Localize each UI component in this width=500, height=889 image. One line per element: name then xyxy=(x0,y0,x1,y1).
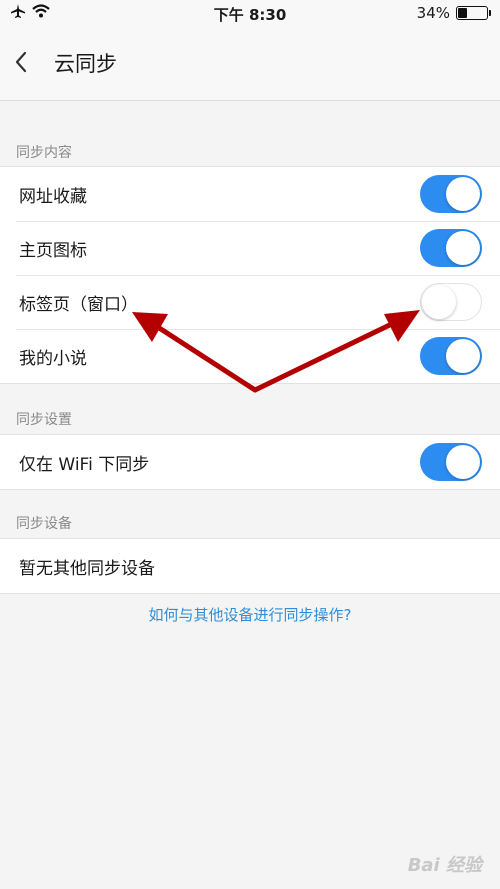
row-wifi-only: 仅在 WiFi 下同步 xyxy=(0,435,500,489)
row-bookmarks: 网址收藏 xyxy=(0,167,500,221)
row-label: 主页图标 xyxy=(19,240,87,261)
page-title: 云同步 xyxy=(54,52,117,76)
toggle-knob xyxy=(446,445,480,479)
row-label: 暂无其他同步设备 xyxy=(19,558,155,579)
toggle-novels[interactable] xyxy=(420,337,482,375)
row-label: 标签页（窗口） xyxy=(19,294,138,315)
group-settings: 仅在 WiFi 下同步 xyxy=(0,434,500,490)
battery-percent: 34% xyxy=(416,4,450,22)
row-label: 仅在 WiFi 下同步 xyxy=(19,454,150,475)
toggle-knob xyxy=(446,339,480,373)
row-no-devices: 暂无其他同步设备 xyxy=(0,539,500,593)
status-bar: 下午 8:30 34% xyxy=(0,0,500,26)
back-chevron-icon[interactable] xyxy=(10,48,34,76)
nav-bar: 云同步 xyxy=(0,26,500,101)
toggle-wifi-only[interactable] xyxy=(420,443,482,481)
section-header-devices: 同步设备 xyxy=(16,516,72,532)
row-home-icons: 主页图标 xyxy=(0,221,500,275)
row-tabs: 标签页（窗口） xyxy=(0,275,500,329)
toggle-home-icons[interactable] xyxy=(420,229,482,267)
group-content: 网址收藏 主页图标 标签页（窗口） 我的小说 xyxy=(0,166,500,384)
status-right: 34% xyxy=(416,4,491,22)
group-devices: 暂无其他同步设备 xyxy=(0,538,500,594)
battery-icon xyxy=(456,6,491,20)
row-novels: 我的小说 xyxy=(0,329,500,383)
toggle-bookmarks[interactable] xyxy=(420,175,482,213)
toggle-knob xyxy=(422,285,456,319)
section-header-settings: 同步设置 xyxy=(16,412,72,428)
row-label: 我的小说 xyxy=(19,348,87,369)
toggle-knob xyxy=(446,231,480,265)
toggle-knob xyxy=(446,177,480,211)
toggle-tabs[interactable] xyxy=(420,283,482,321)
section-header-content: 同步内容 xyxy=(16,145,72,161)
sync-help-link[interactable]: 如何与其他设备进行同步操作? xyxy=(0,604,500,625)
row-label: 网址收藏 xyxy=(19,186,87,207)
watermark-logo: Bai 经验 xyxy=(407,855,482,876)
